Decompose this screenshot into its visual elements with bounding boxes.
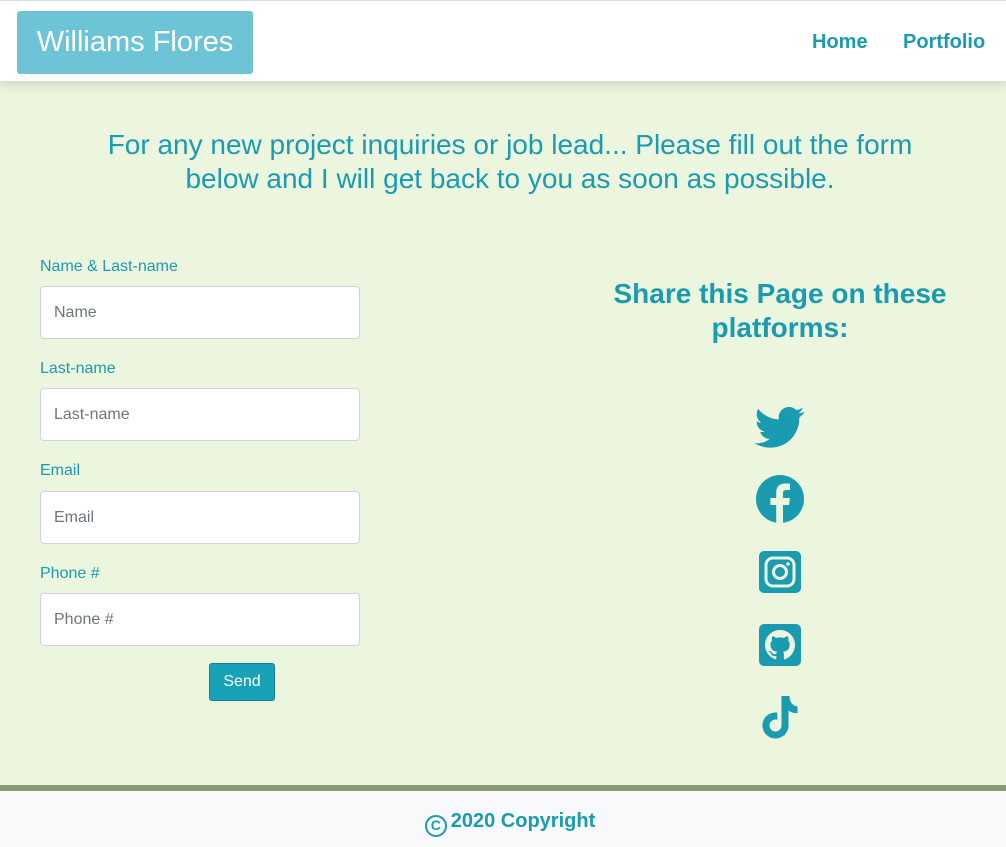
site-header: Williams Flores Home Portfolio xyxy=(0,0,1006,81)
github-icon[interactable] xyxy=(755,620,805,670)
share-title: Share this Page on these platforms: xyxy=(613,278,947,343)
phone-label: Phone # xyxy=(40,565,100,582)
copyright-text: C 2020 Copyright xyxy=(0,809,1006,837)
name-label: Name & Last-name xyxy=(40,258,178,275)
name-input[interactable] xyxy=(40,286,360,339)
contact-section: For any new project inquiries or job lea… xyxy=(0,81,1006,785)
send-button[interactable]: Send xyxy=(209,663,275,701)
lastname-label: Last-name xyxy=(40,360,116,377)
lastname-input[interactable] xyxy=(40,388,360,441)
copyright-icon: C xyxy=(424,815,447,837)
nav-home-link[interactable]: Home xyxy=(812,30,868,54)
nav-portfolio-link[interactable]: Portfolio xyxy=(903,30,985,54)
instagram-icon[interactable] xyxy=(755,547,805,597)
email-label: Email xyxy=(40,462,81,479)
facebook-icon[interactable] xyxy=(755,474,805,524)
brand-logo-link[interactable]: Williams Flores xyxy=(17,11,253,74)
phone-input[interactable] xyxy=(40,593,360,646)
intro-text: For any new project inquiries or job lea… xyxy=(107,129,913,194)
tiktok-icon[interactable] xyxy=(755,693,805,743)
copyright-label: 2020 Copyright xyxy=(450,810,596,832)
twitter-icon[interactable] xyxy=(755,401,805,451)
email-input[interactable] xyxy=(40,491,360,544)
site-footer: C 2020 Copyright xyxy=(0,785,1006,847)
